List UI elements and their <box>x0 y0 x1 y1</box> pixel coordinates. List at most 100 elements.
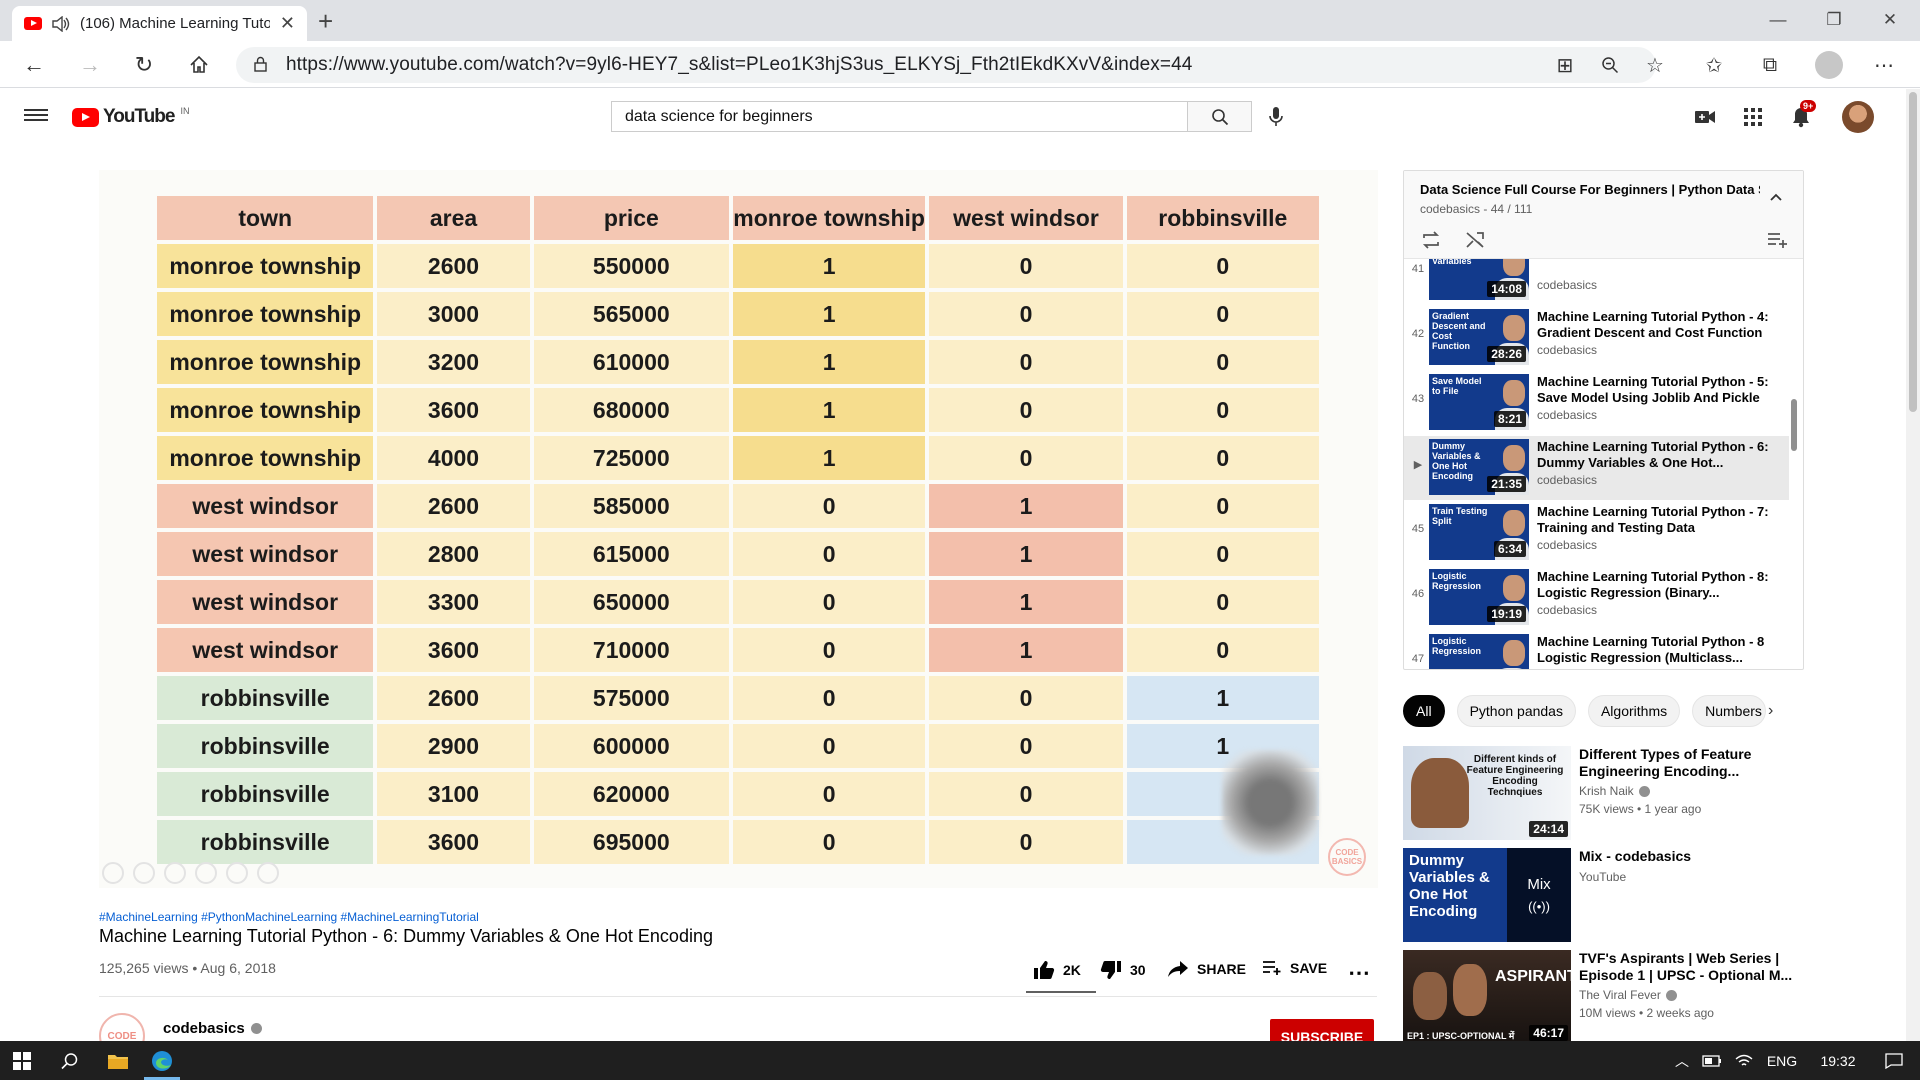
loop-icon[interactable] <box>1420 229 1442 251</box>
home-icon[interactable] <box>181 47 217 83</box>
back-icon[interactable]: ← <box>16 47 52 83</box>
chip-numbers[interactable]: Numbers <box>1692 695 1767 727</box>
channel-name[interactable]: The Viral Fever <box>1579 988 1661 1002</box>
chevron-up-icon[interactable] <box>1770 191 1782 203</box>
player-control-icon[interactable] <box>195 862 217 884</box>
table-cell: 0 <box>732 484 926 528</box>
table-cell: 1 <box>929 580 1123 624</box>
lock-icon[interactable] <box>254 56 267 72</box>
playlist-item-channel: codebasics <box>1537 668 1597 669</box>
hamburger-menu-icon[interactable] <box>24 106 48 126</box>
search-button[interactable] <box>1187 101 1252 132</box>
restore-icon[interactable]: ❐ <box>1806 0 1862 40</box>
notification-center-icon[interactable] <box>1872 1041 1916 1080</box>
search-input[interactable]: data science for beginners <box>611 101 1187 132</box>
playlist-item[interactable]: 41 Multiple Variables 14:08 Linear Regressi… <box>1404 259 1789 305</box>
zoom-icon[interactable] <box>1592 48 1628 82</box>
like-button[interactable]: 2K <box>1033 960 1081 980</box>
table-cell: 0 <box>1126 340 1319 384</box>
wifi-icon[interactable] <box>1730 1041 1758 1080</box>
video-thumbnail[interactable]: Save Model to File 8:21 <box>1429 374 1529 430</box>
video-thumbnail[interactable]: Multiple Variables 14:08 <box>1429 259 1529 300</box>
account-avatar[interactable] <box>1842 101 1874 133</box>
add-favorite-icon[interactable]: ☆ <box>1637 48 1673 82</box>
playlist-item[interactable]: ▶ Dummy Variables & One Hot Encoding 21:35… <box>1404 436 1789 500</box>
save-button[interactable]: SAVE <box>1262 960 1327 976</box>
player-control-icon[interactable] <box>133 862 155 884</box>
video-thumbnail[interactable]: Train Testing Split 6:34 <box>1429 504 1529 560</box>
player-control-icon[interactable] <box>164 862 186 884</box>
address-bar[interactable]: https://www.youtube.com/watch?v=9yl6-HEY… <box>236 47 1656 83</box>
reload-icon[interactable]: ↻ <box>126 47 162 83</box>
windows-start-icon[interactable] <box>0 1041 44 1080</box>
recommended-mix[interactable]: Dummy Variables & One Hot Encoding Mix (… <box>1403 848 1813 944</box>
video-thumbnail[interactable]: Logistic Regression 19:19 <box>1429 569 1529 625</box>
playlist-scrollbar[interactable] <box>1791 399 1797 451</box>
playlist-item[interactable]: 46 Logistic Regression 19:19 Machine Learni… <box>1404 566 1789 630</box>
clock[interactable]: 19:32 <box>1808 1041 1868 1080</box>
playlist-add-icon[interactable] <box>1766 229 1788 251</box>
recommended-video[interactable]: ASPIRANTS EP1 : UPSC-OPTIONAL में 46:17 … <box>1403 950 1813 1046</box>
page-scrollbar[interactable] <box>1909 92 1917 412</box>
search-icon <box>1211 108 1228 125</box>
search-icon[interactable] <box>48 1041 92 1080</box>
table-cell: monroe township <box>157 340 374 384</box>
player-control-icon[interactable] <box>102 862 124 884</box>
recommended-video[interactable]: Different kinds of Feature Engineering E… <box>1403 746 1813 842</box>
playlist-item[interactable]: 43 Save Model to File 8:21 Machine Learning… <box>1404 371 1789 435</box>
video-thumbnail[interactable]: Dummy Variables & One Hot Encoding Mix (… <box>1403 848 1571 942</box>
dislike-button[interactable]: 30 <box>1100 960 1146 980</box>
shuffle-icon[interactable] <box>1464 229 1486 251</box>
table-row: monroe township 3000 565000 1 0 0 <box>157 292 1319 336</box>
apps-grid-icon[interactable] <box>1738 103 1768 131</box>
file-explorer-icon[interactable] <box>96 1041 140 1080</box>
video-thumbnail[interactable]: Logistic Regression15:12 <box>1429 634 1529 669</box>
channel-name[interactable]: codebasics <box>163 1020 262 1037</box>
close-window-icon[interactable]: ✕ <box>1862 0 1918 40</box>
video-thumbnail[interactable]: ASPIRANTS EP1 : UPSC-OPTIONAL में 46:17 <box>1403 950 1571 1044</box>
speaker-icon[interactable] <box>52 15 70 32</box>
playlist-item[interactable]: 47 Logistic Regression15:12 Machine Learni… <box>1404 631 1789 669</box>
more-actions-icon[interactable]: ⋯ <box>1348 960 1370 986</box>
browser-tab[interactable]: (106) Machine Learning Tuto ✕ <box>12 6 307 41</box>
language-indicator[interactable]: ENG <box>1762 1041 1802 1080</box>
chip-all[interactable]: All <box>1403 695 1445 727</box>
new-tab-icon[interactable]: + <box>318 6 333 37</box>
chip-python-pandas[interactable]: Python pandas <box>1456 695 1576 727</box>
table-cell: robbinsville <box>157 676 374 720</box>
close-tab-icon[interactable]: ✕ <box>280 13 295 34</box>
table-cell: monroe township <box>157 436 374 480</box>
channel-name[interactable]: YouTube <box>1579 870 1626 884</box>
chevron-right-icon[interactable]: › <box>1768 702 1773 720</box>
table-row: monroe township 3200 610000 1 0 0 <box>157 340 1319 384</box>
video-thumbnail[interactable]: Different kinds of Feature Engineering E… <box>1403 746 1571 840</box>
video-thumbnail[interactable]: Gradient Descent and Cost Function 28:26 <box>1429 309 1529 365</box>
channel-name[interactable]: Krish Naik <box>1579 784 1634 798</box>
profile-avatar-icon[interactable] <box>1815 51 1843 79</box>
minimize-icon[interactable]: — <box>1750 0 1806 40</box>
collections-icon[interactable]: ⧉ <box>1752 48 1788 82</box>
table-cell: 3000 <box>377 292 530 336</box>
presenter-face <box>1503 640 1525 666</box>
forward-icon[interactable]: → <box>72 47 108 83</box>
playlist-title[interactable]: Data Science Full Course For Beginners |… <box>1420 182 1760 197</box>
player-control-icon[interactable] <box>226 862 248 884</box>
chevron-up-icon[interactable]: ︿ <box>1668 1041 1696 1080</box>
edge-browser-icon[interactable] <box>144 1041 180 1080</box>
playlist-subtitle[interactable]: codebasics - 44 / 111 <box>1420 202 1532 216</box>
video-thumbnail[interactable]: Dummy Variables & One Hot Encoding 21:35 <box>1429 439 1529 495</box>
youtube-logo[interactable]: YouTube IN <box>72 106 189 128</box>
apps-icon[interactable]: ⊞ <box>1547 48 1583 82</box>
playlist-item[interactable]: 45 Train Testing Split 6:34 Machine Learnin… <box>1404 501 1789 565</box>
video-hashtags[interactable]: #MachineLearning #PythonMachineLearning … <box>99 910 479 924</box>
battery-icon[interactable] <box>1698 1041 1726 1080</box>
playlist-item[interactable]: 42 Gradient Descent and Cost Function 28:2… <box>1404 306 1789 370</box>
mic-icon[interactable] <box>1263 104 1289 130</box>
share-button[interactable]: SHARE <box>1167 960 1246 978</box>
create-video-icon[interactable] <box>1690 103 1720 131</box>
favorites-icon[interactable]: ✩ <box>1696 48 1732 82</box>
more-icon[interactable]: ⋯ <box>1866 48 1902 82</box>
table-cell: 0 <box>1126 484 1319 528</box>
chip-algorithms[interactable]: Algorithms <box>1587 695 1681 727</box>
player-control-icon[interactable] <box>257 862 279 884</box>
